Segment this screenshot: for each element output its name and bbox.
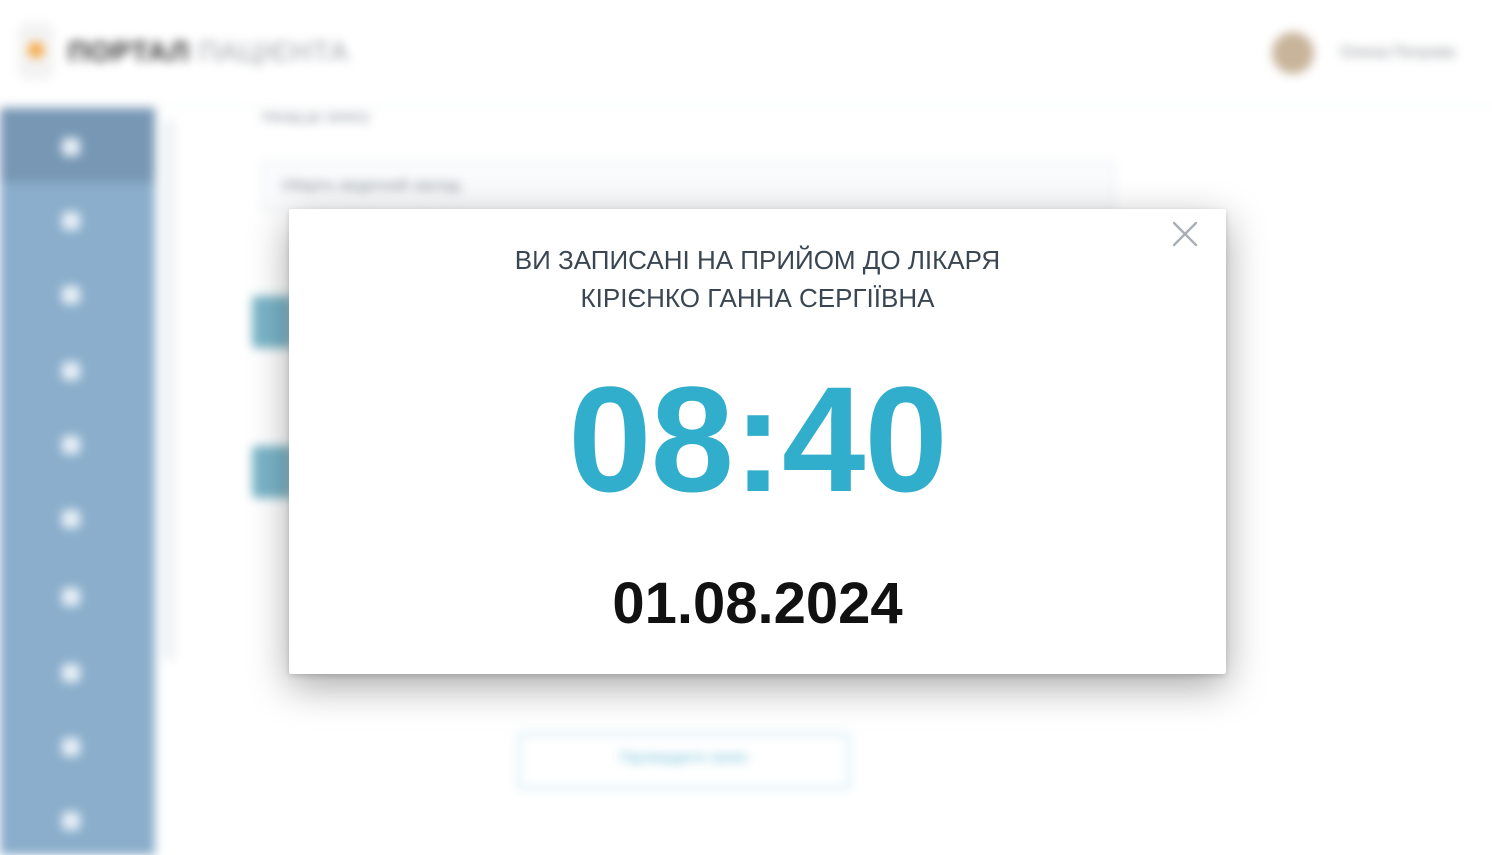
appointment-date: 01.08.2024 [612, 571, 903, 636]
app-root: ПОРТАЛ ПАЦІЄНТА Олена Петрова Назад до з… [0, 0, 1492, 855]
appointment-modal: ВИ ЗАПИСАНІ НА ПРИЙОМ ДО ЛІКАРЯ КІРІЄНКО… [289, 209, 1226, 674]
modal-title-line1: ВИ ЗАПИСАНІ НА ПРИЙОМ ДО ЛІКАРЯ [514, 245, 1001, 275]
doctor-name: КІРІЄНКО ГАННА СЕРГІЇВНА [580, 283, 935, 313]
modal-title: ВИ ЗАПИСАНІ НА ПРИЙОМ ДО ЛІКАРЯ КІРІЄНКО… [289, 241, 1226, 317]
appointment-time: 08:40 [568, 355, 948, 523]
